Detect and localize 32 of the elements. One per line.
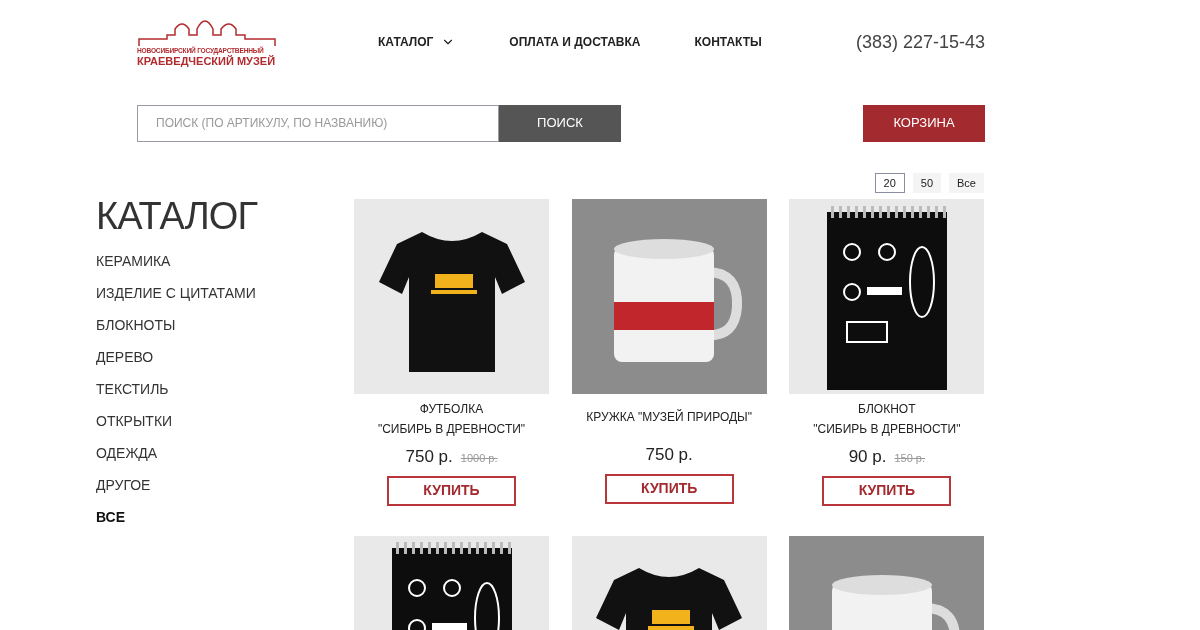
product-title: КРУЖКА "МУЗЕЙ ПРИРОДЫ" [586, 408, 752, 426]
buy-button[interactable]: КУПИТЬ [387, 475, 516, 506]
nav-link[interactable]: КОНТАКТЫ [694, 33, 762, 51]
category-link[interactable]: КЕРАМИКА [96, 245, 354, 277]
product-price: 750 р. [645, 444, 693, 466]
category-link[interactable]: ДРУГОЕ [96, 469, 354, 501]
phone-number: (383) 227-15-43 [855, 30, 985, 54]
catalog-heading: КАТАЛОГ [96, 197, 259, 235]
category-link[interactable]: ОДЕЖДА [96, 437, 354, 469]
product-title: ФУТБОЛКА "СИБИРЬ В ДРЕВНОСТИ" [377, 401, 526, 438]
category-link[interactable]: ВСЕ [96, 501, 354, 533]
search-field[interactable]: ПОИСК (ПО АРТИКУЛУ, ПО НАЗВАНИЮ) [137, 104, 499, 142]
category-link[interactable]: ОТКРЫТКИ [96, 405, 354, 437]
product-title: БЛОКНОТ "СИБИРЬ В ДРЕВНОСТИ" [813, 401, 961, 438]
page-size-option[interactable]: 50 [912, 173, 942, 193]
product-price: 750 р. [405, 446, 453, 468]
building-icon [137, 17, 277, 48]
page-size-option[interactable]: 20 [874, 173, 905, 193]
category-link[interactable]: ИЗДЕЛИЕ С ЦИТАТАМИ [96, 277, 354, 309]
buy-button[interactable]: КУПИТЬ [604, 473, 734, 504]
nav-link[interactable]: КАТАЛОГ [378, 33, 456, 51]
old-price: 1000 р. [460, 451, 498, 466]
category-link[interactable]: ДЕРЕВО [96, 341, 354, 373]
nav-link[interactable]: ОПЛАТА И ДОСТАВКА [509, 33, 641, 51]
category-link[interactable]: БЛОКНОТЫ [96, 309, 354, 341]
search-button[interactable]: ПОИСК [499, 104, 621, 142]
cart-button[interactable]: КОРЗИНА [863, 104, 985, 142]
product-price: 90 р. [848, 446, 887, 468]
old-price: 150 р. [894, 451, 926, 466]
category-link[interactable]: ТЕКСТИЛЬ [96, 373, 354, 405]
page-size-option[interactable]: Все [949, 173, 984, 193]
buy-button[interactable]: КУПИТЬ [822, 475, 952, 506]
